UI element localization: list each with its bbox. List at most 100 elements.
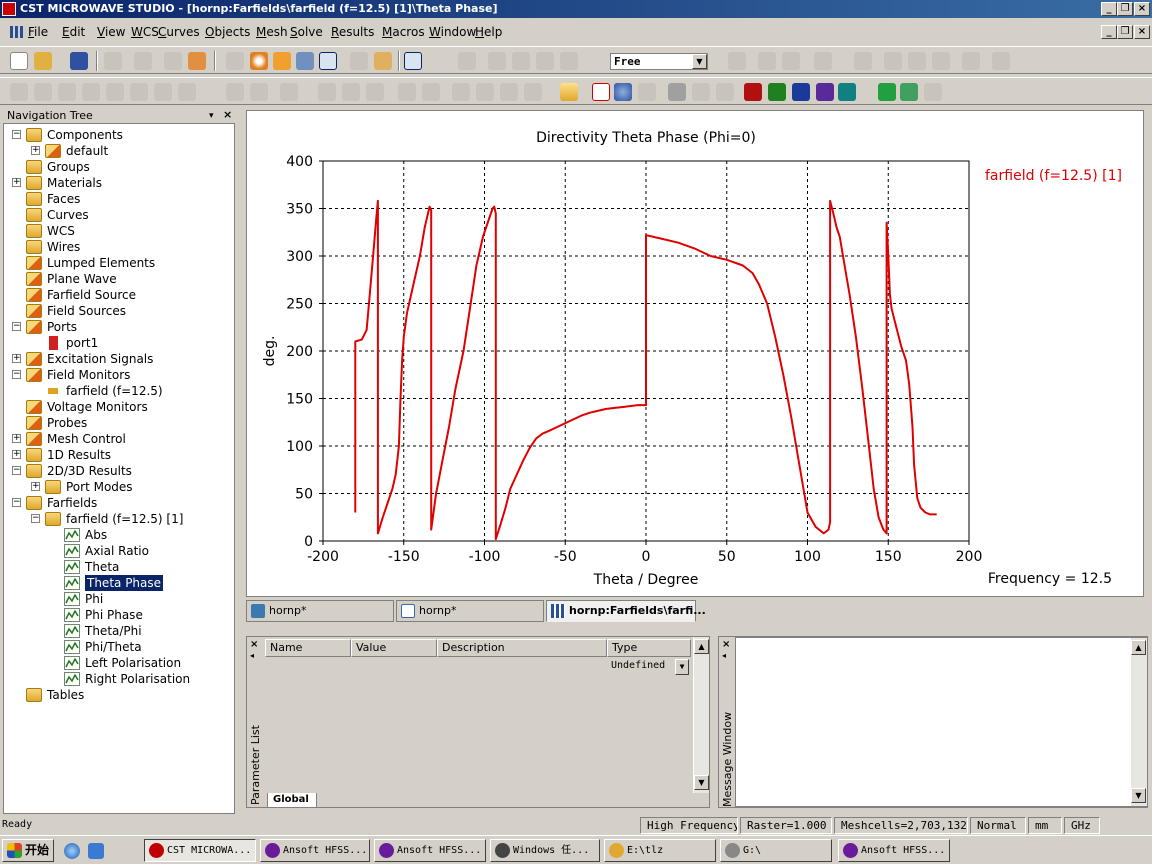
shape-torus-icon[interactable] — [106, 83, 124, 101]
blend-icon[interactable] — [226, 83, 244, 101]
shape-extrude-icon[interactable] — [130, 83, 148, 101]
taskbar-button[interactable]: CST MICROWA... — [144, 839, 256, 862]
start-button[interactable]: 开始 — [2, 839, 54, 862]
curve-icon[interactable] — [728, 52, 746, 70]
taskbar-button[interactable]: Ansoft HFSS... — [838, 839, 950, 862]
collapse-icon[interactable]: − — [12, 370, 21, 379]
taskbar-button[interactable]: Ansoft HFSS... — [374, 839, 486, 862]
integral-solver-icon[interactable] — [816, 83, 834, 101]
eigenmode-solver-icon[interactable] — [792, 83, 810, 101]
hex-solver-icon[interactable] — [838, 83, 856, 101]
measure-icon[interactable] — [992, 52, 1010, 70]
doc-close-button[interactable]: × — [1134, 25, 1150, 39]
expand-icon[interactable]: + — [31, 482, 40, 491]
zoom-icon[interactable] — [296, 52, 314, 70]
vertical-scrollbar[interactable]: ▲ ▼ — [1131, 638, 1147, 806]
minimize-button[interactable]: _ — [1101, 2, 1117, 16]
cylinder-icon[interactable] — [536, 52, 554, 70]
scroll-up-icon[interactable]: ▲ — [694, 639, 709, 654]
menu-mesh[interactable]: Mesh — [256, 25, 288, 39]
monitor-icon[interactable] — [452, 83, 470, 101]
zoom-window-icon[interactable] — [319, 52, 337, 70]
column-type[interactable]: Type — [607, 639, 691, 657]
taskbar-button[interactable]: E:\tlz — [604, 839, 716, 862]
menu-wcs[interactable]: WCS — [131, 25, 159, 39]
snapshot-icon[interactable] — [374, 52, 392, 70]
brick-icon[interactable] — [488, 52, 506, 70]
shape-cone-icon[interactable] — [82, 83, 100, 101]
new-icon[interactable] — [10, 52, 28, 70]
column-name[interactable]: Name — [265, 639, 351, 657]
optimizer-icon[interactable] — [692, 83, 710, 101]
units-icon[interactable] — [560, 83, 578, 101]
save-icon[interactable] — [70, 52, 88, 70]
mesh-cube-icon[interactable] — [878, 83, 896, 101]
mesh-refine-icon[interactable] — [924, 83, 942, 101]
background-icon[interactable] — [524, 83, 542, 101]
column-description[interactable]: Description — [437, 639, 607, 657]
menu-macros[interactable]: Macros — [382, 25, 425, 39]
sphere-icon[interactable] — [512, 52, 530, 70]
frequency-solver-icon[interactable] — [768, 83, 786, 101]
shape-rotate-icon[interactable] — [154, 83, 172, 101]
shape-cylinder-icon[interactable] — [58, 83, 76, 101]
symmetry-icon[interactable] — [500, 83, 518, 101]
parameter-sweep-icon[interactable] — [716, 83, 734, 101]
start-solver-icon[interactable] — [668, 83, 686, 101]
print-icon[interactable] — [104, 52, 122, 70]
shape-sphere-icon[interactable] — [34, 83, 52, 101]
collapse-icon[interactable]: − — [12, 498, 21, 507]
close-icon[interactable]: × — [223, 107, 232, 123]
menu-window[interactable]: Window — [429, 25, 476, 39]
expand-icon[interactable]: + — [12, 354, 21, 363]
collapse-icon[interactable]: − — [12, 322, 21, 331]
move-wcs-icon[interactable] — [342, 83, 360, 101]
scroll-up-icon[interactable]: ▲ — [1131, 640, 1146, 655]
chart[interactable]: -200 -150 -100 -50 0 50 100 150 200 0 50 100 150 200 2… — [247, 111, 1143, 596]
menu-results[interactable]: Results — [331, 25, 374, 39]
vertical-scrollbar[interactable]: ▲ ▼ — [693, 637, 709, 793]
fit-icon[interactable] — [350, 52, 368, 70]
tab-hornp-2[interactable]: hornp* — [396, 600, 544, 622]
type-cell[interactable]: Undefined ▼ — [609, 658, 689, 676]
chevron-down-icon[interactable]: ▼ — [675, 659, 689, 675]
document-icon[interactable] — [10, 26, 24, 38]
maximize-button[interactable]: ❐ — [1117, 2, 1133, 16]
paste-icon[interactable] — [188, 52, 206, 70]
menu-help[interactable]: Help — [475, 25, 502, 39]
parameter-list[interactable]: × ◂ Parameter List Name Value Descriptio… — [246, 636, 710, 808]
doc-minimize-button[interactable]: _ — [1101, 25, 1117, 39]
taskbar-button[interactable]: G:\ — [720, 839, 832, 862]
close-icon[interactable]: × — [250, 639, 258, 650]
port-icon[interactable] — [398, 83, 416, 101]
tab-farfield-plot[interactable]: hornp:Farfields\farfi... — [546, 600, 706, 622]
frequency-icon[interactable] — [614, 83, 632, 101]
dropdown-arrow-icon[interactable]: ▾ — [209, 108, 214, 124]
cone-icon[interactable] — [560, 52, 578, 70]
desktop-icon[interactable] — [88, 843, 104, 859]
doc-restore-button[interactable]: ❐ — [1117, 25, 1133, 39]
clear-picks-icon[interactable] — [962, 52, 980, 70]
collapse-arrow-icon[interactable]: ◂ — [250, 651, 254, 660]
cut-icon[interactable] — [854, 52, 872, 70]
pick-icon[interactable] — [404, 52, 422, 70]
browser-icon[interactable] — [64, 843, 80, 859]
pick-point-icon[interactable] — [884, 52, 902, 70]
expand-icon[interactable]: + — [12, 178, 21, 187]
collapse-icon[interactable]: − — [12, 130, 21, 139]
chamfer-icon[interactable] — [250, 83, 268, 101]
chevron-down-icon[interactable]: ▼ — [692, 54, 707, 69]
expand-icon[interactable]: + — [31, 146, 40, 155]
expand-icon[interactable]: + — [12, 450, 21, 459]
close-button[interactable]: × — [1134, 2, 1150, 16]
transform-icon[interactable] — [758, 52, 776, 70]
message-window[interactable]: × ◂ Message Window ▲ ▼ — [718, 636, 1148, 808]
select-icon[interactable] — [226, 52, 244, 70]
align-icon[interactable] — [782, 52, 800, 70]
taskbar-button[interactable]: Windows 任... — [490, 839, 600, 862]
probe-icon[interactable] — [476, 83, 494, 101]
rotate-icon[interactable] — [250, 52, 268, 70]
solver-icon[interactable] — [638, 83, 656, 101]
transient-solver-icon[interactable] — [744, 83, 762, 101]
copy-icon[interactable] — [164, 52, 182, 70]
